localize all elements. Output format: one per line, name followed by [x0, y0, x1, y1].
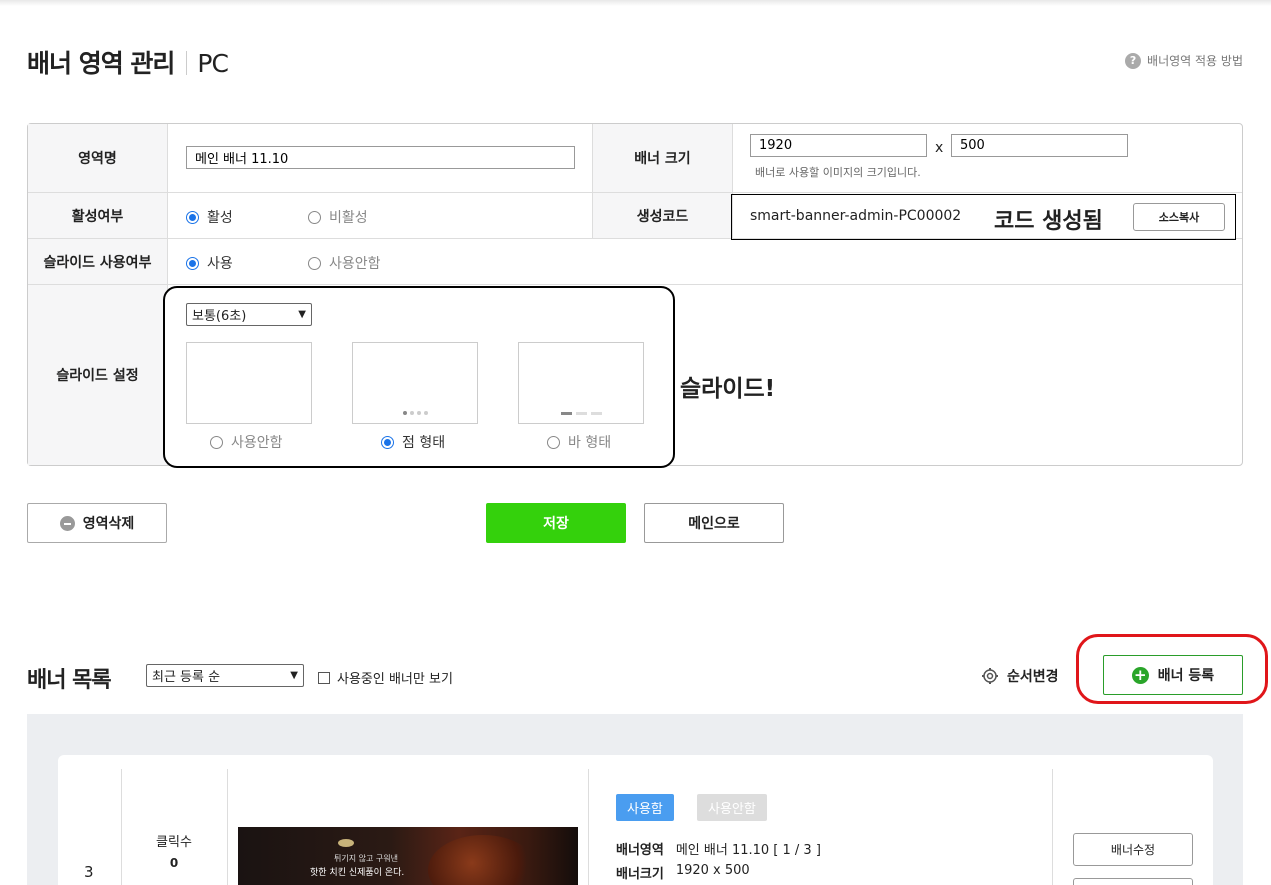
radio-dot	[381, 435, 394, 449]
code-box: smart-banner-admin-PC00002 코드 생성됨 소스복사	[731, 194, 1236, 240]
food-image	[428, 835, 538, 885]
radio-slide-use[interactable]: 사용	[186, 253, 233, 273]
dot-pager-icon	[353, 411, 477, 415]
radio-dot	[308, 256, 321, 270]
radio-inactive[interactable]: 비활성	[308, 207, 368, 227]
radio-dot	[547, 435, 560, 449]
save-button[interactable]: 저장	[486, 503, 626, 543]
radio-style-none[interactable]: 사용안함	[210, 432, 283, 452]
slide-thumb-bar[interactable]	[518, 342, 644, 424]
page-title: 배너 영역 관리 PC	[27, 49, 229, 78]
area-name-input[interactable]	[186, 146, 575, 169]
banner-size-info: 배너크기 1920 x 500	[616, 863, 750, 882]
radio-slide-unused[interactable]: 사용안함	[308, 253, 381, 273]
delete-area-button[interactable]: 영역삭제	[27, 503, 167, 543]
status-on-button[interactable]: 사용함	[616, 794, 674, 821]
click-count: 클릭수 0	[156, 835, 192, 870]
banner-thumbnail[interactable]: 튀기지 않고 구워낸 핫한 치킨 신제품이 온다.	[238, 827, 578, 885]
code-label: 생성코드	[593, 193, 733, 239]
active-only-checkbox[interactable]: 사용중인 배너만 보기	[318, 668, 453, 687]
radio-dot	[186, 210, 199, 224]
chevron-down-icon: ▼	[290, 670, 298, 681]
divider	[28, 284, 1242, 285]
radio-dot	[308, 210, 321, 224]
slide-use-label: 슬라이드 사용여부	[28, 239, 168, 285]
plus-icon: +	[1131, 666, 1149, 684]
radio-dot	[186, 256, 199, 270]
minus-icon	[59, 515, 75, 531]
banner-text-1: 튀기지 않고 구워낸	[334, 854, 398, 863]
size-times: x	[935, 140, 944, 156]
gear-icon	[982, 668, 998, 684]
active-label: 활성여부	[28, 193, 168, 239]
banner-height-input[interactable]	[951, 134, 1128, 157]
radio-style-dots[interactable]: 점 형태	[381, 432, 445, 452]
area-name-label: 영역명	[28, 124, 168, 193]
sort-select[interactable]: 최근 등록 순 ▼	[146, 664, 304, 687]
go-main-button[interactable]: 메인으로	[644, 503, 784, 543]
status-off-button[interactable]: 사용안함	[697, 794, 767, 821]
banner-area-info: 배너영역 메인 배너 11.10 [ 1 / 3 ]	[616, 843, 821, 858]
question-icon: ?	[1125, 52, 1142, 69]
slide-thumb-none[interactable]	[186, 342, 312, 424]
radio-active[interactable]: 활성	[186, 207, 233, 227]
divider	[588, 769, 589, 885]
secondary-action-button[interactable]	[1073, 878, 1193, 885]
brand-logo	[338, 839, 354, 847]
code-generated-note: 코드 생성됨	[994, 209, 1103, 234]
banner-list-item: 3 클릭수 0 튀기지 않고 구워낸 핫한 치킨 신제품이 온다. 사용함 사용…	[58, 755, 1213, 885]
banner-area-form: 영역명 배너 크기 x 배너로 사용할 이미지의 크기입니다. 활성여부 활성 …	[27, 123, 1243, 468]
generated-code: smart-banner-admin-PC00002	[750, 208, 962, 224]
banner-text-2: 핫한 치킨 신제품이 온다.	[310, 868, 405, 878]
slide-setting-box: 보통(6초) ▼ 사용안함 점 형태 바 형태	[163, 286, 675, 468]
banner-list-title: 배너 목록	[27, 668, 112, 693]
slide-thumb-dots[interactable]	[352, 342, 478, 424]
banner-size-label: 배너 크기	[593, 124, 733, 193]
page-subtitle: PC	[197, 49, 229, 78]
chevron-down-icon: ▼	[298, 309, 306, 320]
radio-style-bar[interactable]: 바 형태	[547, 432, 611, 452]
copy-source-button[interactable]: 소스복사	[1133, 203, 1225, 231]
help-link[interactable]: ? 배너영역 적용 방법	[1125, 52, 1243, 69]
slide-setting-label: 슬라이드 설정	[28, 285, 168, 465]
top-shadow	[0, 0, 1271, 6]
register-banner-button[interactable]: + 배너 등록	[1103, 655, 1243, 695]
slide-speed-select[interactable]: 보통(6초) ▼	[186, 303, 312, 326]
radio-dot	[210, 435, 223, 449]
reorder-button[interactable]: 순서변경	[981, 666, 1059, 686]
item-number: 3	[84, 863, 94, 881]
divider	[1052, 769, 1053, 885]
bar-pager-icon	[519, 412, 643, 415]
slide-note: 슬라이드!	[680, 376, 776, 402]
checkbox-box	[318, 671, 330, 684]
divider	[227, 769, 228, 885]
edit-banner-button[interactable]: 배너수정	[1073, 833, 1193, 866]
banner-size-hint: 배너로 사용할 이미지의 크기입니다.	[755, 166, 921, 179]
banner-width-input[interactable]	[750, 134, 927, 157]
